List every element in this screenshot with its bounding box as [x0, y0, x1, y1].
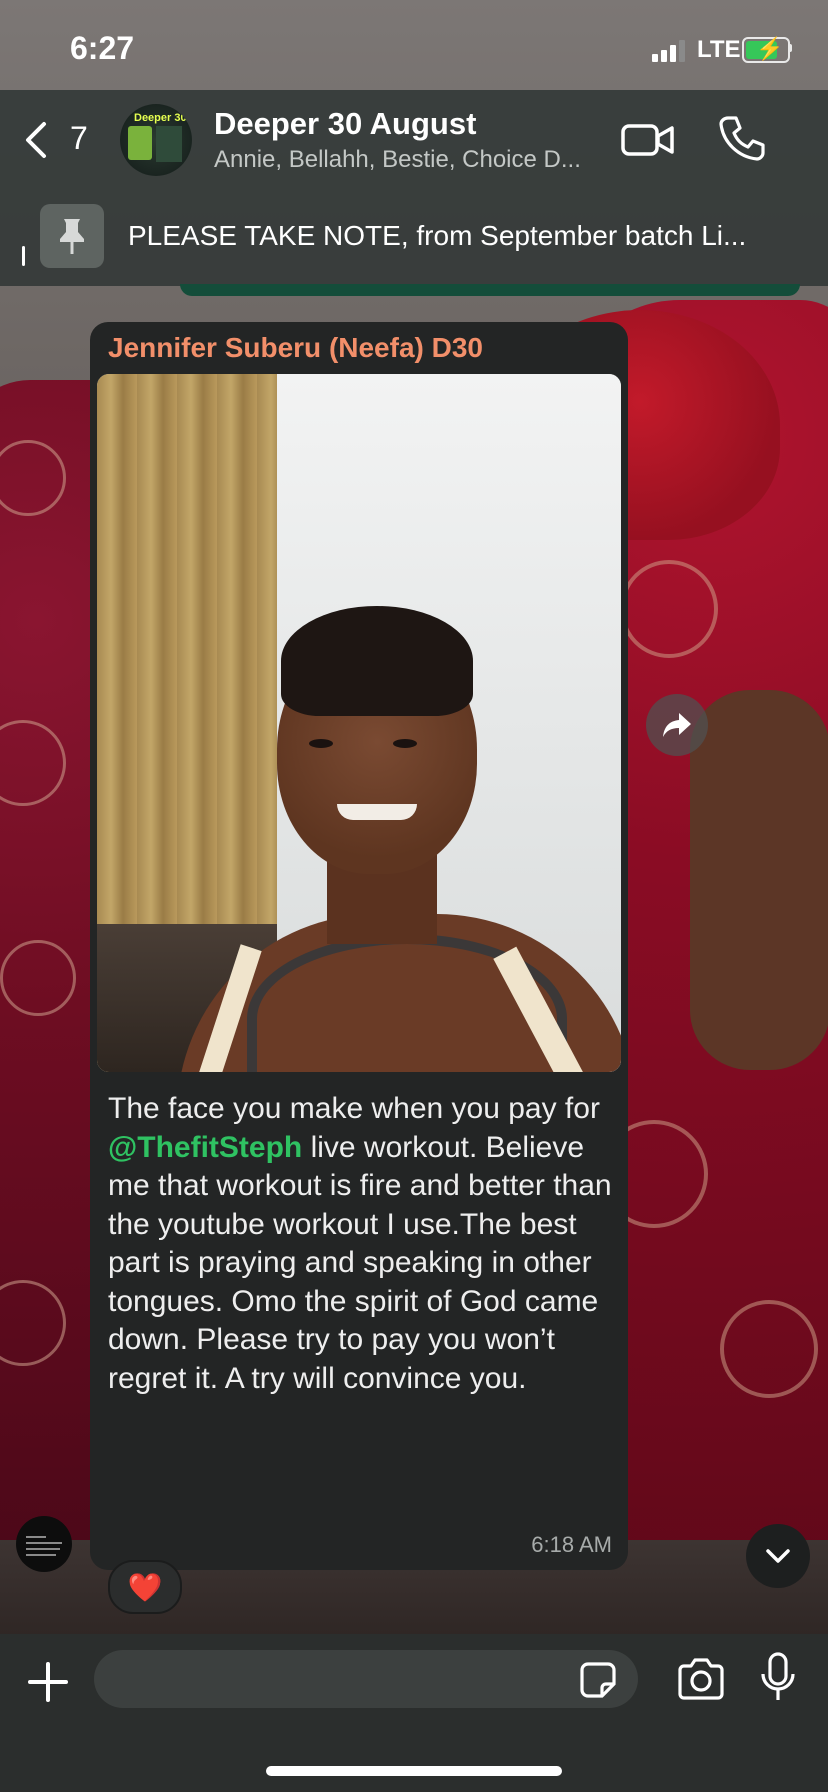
- pin-icon: [60, 219, 84, 254]
- microphone-button[interactable]: [760, 1652, 796, 1704]
- message-bubble[interactable]: Jennifer Suberu (Neefa) D30 The face you…: [90, 322, 628, 1570]
- message-input[interactable]: [94, 1650, 638, 1708]
- video-call-button[interactable]: [620, 118, 676, 162]
- chat-header: 7 Deeper 30 Deeper 30 August Annie, Bell…: [0, 90, 828, 190]
- message-image[interactable]: [97, 374, 621, 1072]
- plus-icon: [28, 1662, 68, 1702]
- previous-message-edge: [180, 284, 800, 296]
- pinned-message-banner[interactable]: PLEASE TAKE NOTE, from September batch L…: [0, 190, 828, 286]
- sticker-button[interactable]: [578, 1660, 618, 1700]
- message-sender[interactable]: Jennifer Suberu (Neefa) D30: [108, 332, 483, 364]
- network-type: LTE: [697, 36, 741, 63]
- pin-indicator: [22, 246, 25, 266]
- pin-icon-box: [40, 204, 104, 268]
- signal-icon: [652, 40, 688, 62]
- message-time: 6:18 AM: [531, 1532, 612, 1557]
- sender-avatar[interactable]: [16, 1516, 72, 1572]
- forward-button[interactable]: [646, 694, 708, 756]
- microphone-icon: [761, 1652, 795, 1700]
- status-time: 6:27: [70, 30, 135, 66]
- chevron-down-icon: [766, 1549, 790, 1563]
- camera-button[interactable]: [676, 1656, 726, 1702]
- battery-icon: ⚡: [742, 36, 790, 63]
- attach-button[interactable]: [24, 1658, 72, 1706]
- mention-link[interactable]: @ThefitSteph: [108, 1131, 302, 1164]
- voice-call-button[interactable]: [718, 114, 766, 162]
- sticker-icon: [580, 1662, 616, 1698]
- status-bar: 6:27 LTE ⚡: [0, 0, 828, 90]
- wallpaper-arm: [690, 690, 828, 1070]
- video-camera-icon: [621, 124, 674, 156]
- group-avatar-text: Deeper 30: [134, 112, 187, 124]
- message-text-part1: The face you make when you pay for: [108, 1092, 600, 1125]
- group-members[interactable]: Annie, Bellahh, Bestie, Choice D...: [214, 146, 604, 174]
- phone-icon: [719, 116, 765, 161]
- message-text: The face you make when you pay for @Thef…: [108, 1090, 613, 1398]
- forward-arrow-icon: [663, 713, 691, 737]
- battery-tip: [789, 44, 792, 52]
- unread-count[interactable]: 7: [70, 120, 88, 157]
- home-indicator: [266, 1766, 562, 1776]
- camera-icon: [678, 1658, 724, 1700]
- reaction-heart[interactable]: ❤️: [108, 1560, 182, 1614]
- input-bar: [0, 1634, 828, 1792]
- message-text-part2: live workout. Believe me that workout is…: [108, 1130, 612, 1395]
- charging-bolt-icon: ⚡: [756, 36, 784, 61]
- group-avatar[interactable]: Deeper 30: [120, 104, 192, 176]
- chevron-left-icon: [26, 122, 46, 158]
- scroll-down-button[interactable]: [746, 1524, 810, 1588]
- group-name[interactable]: Deeper 30 August: [214, 106, 476, 142]
- pinned-message-text: PLEASE TAKE NOTE, from September batch L…: [128, 220, 747, 251]
